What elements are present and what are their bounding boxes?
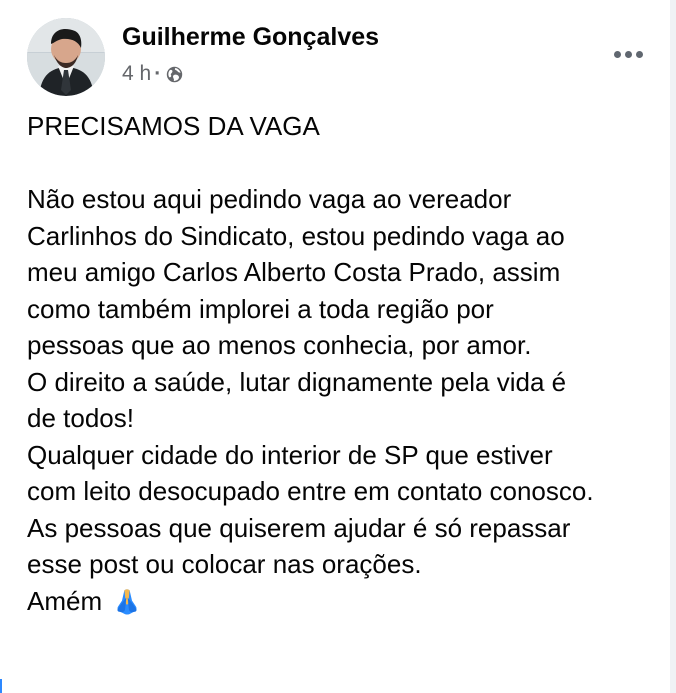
more-options-icon <box>624 50 632 58</box>
more-options-button[interactable] <box>604 36 652 72</box>
post-text-line: O direito a saúde, lutar dignamente pela… <box>27 366 567 397</box>
left-edge-highlight <box>0 679 2 693</box>
post-meta: 4 h · <box>122 61 184 87</box>
more-options-icon <box>635 50 643 58</box>
meta-separator: · <box>154 62 162 85</box>
post-closing-line: Amém <box>27 583 672 620</box>
post-text-line: de todos! <box>27 403 134 433</box>
facebook-post: Guilherme Gonçalves 4 h · PRECISAMOS DA … <box>0 0 676 693</box>
post-text-line: Carlinhos do Sindicato, estou pedindo va… <box>27 220 565 251</box>
post-heading: PRECISAMOS DA VAGA <box>27 111 320 141</box>
post-text-line: Não estou aqui pedindo vaga ao vereador <box>27 184 512 214</box>
globe-icon[interactable] <box>165 65 184 84</box>
author-avatar[interactable] <box>27 18 105 96</box>
post-text-line: pessoas que ao menos conhecia, por amor. <box>27 330 532 360</box>
post-text-line: As pessoas que quiserem ajudar é só repa… <box>27 512 571 543</box>
more-options-icon <box>613 50 621 58</box>
author-name-link[interactable]: Guilherme Gonçalves <box>122 20 379 54</box>
post-text-line: Qualquer cidade do interior de SP que es… <box>27 439 553 470</box>
post-text-line: como também implorei a toda região por <box>27 293 494 324</box>
post-text-line: com leito desocupado entre em contato co… <box>27 476 594 506</box>
closing-word: Amém <box>27 585 103 616</box>
post-text-line: meu amigo Carlos Alberto Costa Prado, as… <box>27 257 561 287</box>
folded-hands-icon <box>110 586 144 616</box>
vertical-scrollbar[interactable] <box>670 0 676 693</box>
post-message: PRECISAMOS DA VAGA Não estou aqui pedind… <box>27 108 672 619</box>
post-time-link[interactable]: 4 h <box>122 62 151 86</box>
post-text-line: esse post ou colocar nas orações. <box>27 549 422 579</box>
